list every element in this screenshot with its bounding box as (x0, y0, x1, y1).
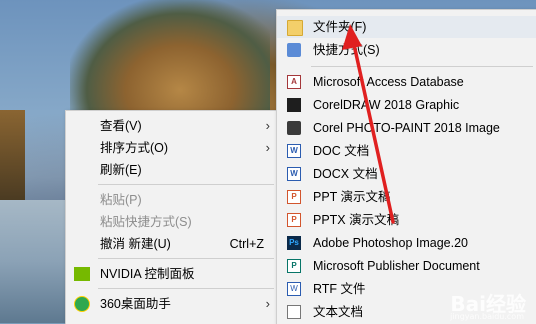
menu-item-undo-new[interactable]: 撤消 新建(U) Ctrl+Z (66, 233, 278, 255)
menu-separator (311, 66, 533, 67)
submenu-item-label: 文本文档 (313, 305, 364, 319)
submenu-item-label: PPTX 演示文稿 (313, 213, 400, 227)
submenu-item-pptx[interactable]: P PPTX 演示文稿 (277, 209, 536, 231)
menu-item-nvidia-control-panel[interactable]: NVIDIA 控制面板 (66, 263, 278, 285)
menu-item-label: NVIDIA 控制面板 (100, 267, 195, 281)
menu-separator (98, 288, 274, 289)
menu-item-view[interactable]: 查看(V) › (66, 115, 278, 137)
menu-separator (98, 258, 274, 259)
submenu-item-label: Adobe Photoshop Image.20 (313, 236, 468, 250)
submenu-item-corel-photopaint[interactable]: Corel PHOTO-PAINT 2018 Image (277, 117, 536, 139)
corel-photopaint-icon (287, 121, 301, 135)
menu-item-label: 粘贴快捷方式(S) (100, 215, 192, 229)
menu-item-shortcut: Ctrl+Z (229, 237, 264, 251)
submenu-item-coreldraw[interactable]: CorelDRAW 2018 Graphic (277, 94, 536, 116)
submenu-item-doc[interactable]: W DOC 文档 (277, 140, 536, 162)
submenu-item-folder[interactable]: 文件夹(F) (277, 16, 536, 38)
submenu-item-ppt[interactable]: P PPT 演示文稿 (277, 186, 536, 208)
menu-item-360-desktop-assistant[interactable]: 360桌面助手 › (66, 293, 278, 315)
access-icon: A (287, 75, 301, 89)
text-document-icon (287, 305, 301, 319)
submenu-item-label: DOCX 文档 (313, 167, 378, 181)
submenu-item-label: Corel PHOTO-PAINT 2018 Image (313, 121, 500, 135)
submenu-item-label: Microsoft Access Database (313, 75, 464, 89)
menu-item-label: 刷新(E) (100, 163, 142, 177)
baidu-watermark-url: jingyan.baidu.com (450, 312, 524, 321)
menu-item-paste-shortcut[interactable]: 粘贴快捷方式(S) (66, 211, 278, 233)
submenu-item-label: 文件夹(F) (313, 20, 367, 34)
menu-item-refresh[interactable]: 刷新(E) (66, 159, 278, 181)
menu-item-label: 撤消 新建(U) (100, 237, 171, 251)
submenu-item-label: RTF 文件 (313, 282, 366, 296)
menu-item-paste[interactable]: 粘贴(P) (66, 189, 278, 211)
coreldraw-icon (287, 98, 301, 112)
word-doc-icon: W (287, 144, 301, 158)
rtf-icon: W (287, 282, 301, 296)
menu-item-label: 粘贴(P) (100, 193, 142, 207)
folder-icon (287, 20, 303, 36)
wallpaper-rock-left (0, 110, 25, 200)
submenu-item-access-database[interactable]: A Microsoft Access Database (277, 71, 536, 93)
menu-item-label: 查看(V) (100, 119, 142, 133)
word-docx-icon: W (287, 167, 301, 181)
publisher-icon: P (287, 259, 301, 273)
ppt-icon: P (287, 190, 301, 204)
desktop-context-menu: 查看(V) › 排序方式(O) › 刷新(E) 粘贴(P) 粘贴快捷方式(S) … (65, 110, 279, 324)
chevron-right-icon: › (265, 118, 270, 133)
nvidia-icon (74, 267, 90, 281)
pptx-icon: P (287, 213, 301, 227)
submenu-item-label: 快捷方式(S) (313, 43, 380, 57)
submenu-item-label: PPT 演示文稿 (313, 190, 391, 204)
menu-separator (98, 184, 274, 185)
submenu-item-label: Microsoft Publisher Document (313, 259, 480, 273)
360-icon (74, 296, 90, 312)
submenu-item-shortcut[interactable]: 快捷方式(S) (277, 39, 536, 61)
menu-item-label: 排序方式(O) (100, 141, 169, 155)
submenu-item-docx[interactable]: W DOCX 文档 (277, 163, 536, 185)
submenu-item-publisher[interactable]: P Microsoft Publisher Document (277, 255, 536, 277)
menu-item-sort-by[interactable]: 排序方式(O) › (66, 137, 278, 159)
submenu-item-photoshop[interactable]: Ps Adobe Photoshop Image.20 (277, 232, 536, 254)
chevron-right-icon: › (265, 296, 270, 311)
submenu-item-label: CorelDRAW 2018 Graphic (313, 98, 460, 112)
submenu-item-label: DOC 文档 (313, 144, 370, 158)
new-submenu: 文件夹(F) 快捷方式(S) A Microsoft Access Databa… (276, 9, 536, 324)
menu-item-label: 360桌面助手 (100, 297, 171, 311)
shortcut-icon (287, 43, 301, 57)
chevron-right-icon: › (265, 140, 270, 155)
photoshop-icon: Ps (287, 236, 301, 250)
